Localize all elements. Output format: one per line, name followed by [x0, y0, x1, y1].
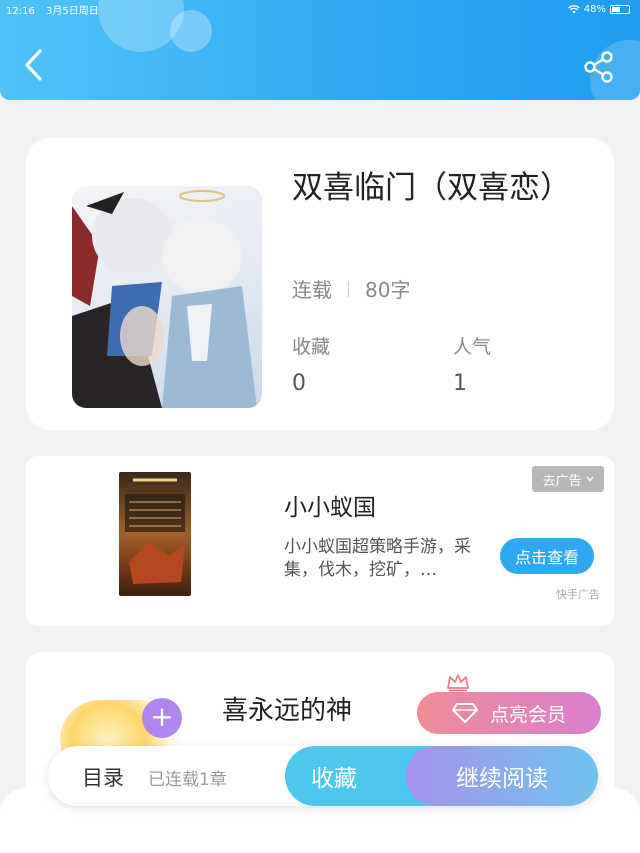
stat-value: 1: [453, 371, 467, 396]
divider: [348, 280, 349, 297]
battery-icon: [610, 4, 630, 14]
status-bar: 12:16 3月5日周日 48%: [6, 2, 630, 17]
share-button[interactable]: [582, 50, 616, 84]
vip-label: 点亮会员: [489, 703, 566, 726]
view-ad-button[interactable]: 点击查看: [500, 538, 594, 574]
continue-reading-button[interactable]: 继续阅读: [406, 746, 598, 806]
author-name: 喜永远的神: [222, 696, 353, 726]
crown-icon: [447, 674, 469, 692]
remove-ad-label: 去广告: [542, 473, 582, 489]
ad-card[interactable]: 小小蚁国 小小蚁国超策略手游，采集，伐木，挖矿，… 去广告 点击查看 快手广告: [26, 456, 614, 626]
stat-collections: 收藏 0: [292, 332, 330, 396]
header: 12:16 3月5日周日 48%: [0, 0, 640, 100]
follow-author-button[interactable]: +: [142, 698, 182, 738]
wifi-icon: [567, 4, 580, 13]
ad-description: 小小蚁国超策略手游，采集，伐木，挖矿，…: [284, 537, 471, 580]
status-time: 12:16: [6, 5, 35, 17]
stat-value: 0: [292, 371, 306, 396]
ad-image[interactable]: [119, 472, 191, 596]
stat-label: 收藏: [292, 336, 331, 358]
book-meta: 连载 80字: [292, 274, 410, 303]
book-title: 双喜临门（双喜恋）: [292, 170, 571, 206]
back-button[interactable]: [18, 46, 52, 84]
book-status: 连载: [292, 278, 332, 302]
activate-vip-button[interactable]: 点亮会员: [417, 692, 601, 734]
ad-illustration: [125, 478, 185, 584]
cover-illustration: [72, 190, 257, 408]
book-cover-image[interactable]: [72, 186, 262, 408]
chapter-count: 已连载1章: [148, 770, 227, 790]
chevron-left-icon: [25, 49, 42, 81]
book-word-count: 80字: [365, 278, 411, 302]
chevron-down-icon: [585, 476, 594, 482]
book-info-card: 双喜临门（双喜恋） 连载 80字 收藏 0 人气 1: [26, 138, 614, 430]
ad-title: 小小蚁国: [284, 495, 376, 521]
remove-ad-button[interactable]: 去广告: [532, 466, 604, 492]
decor-bubble: [170, 10, 212, 52]
diamond-icon: [451, 703, 478, 723]
stat-popularity: 人气 1: [453, 332, 491, 396]
catalog-button[interactable]: 目录: [82, 762, 124, 792]
share-icon: [584, 51, 613, 83]
stat-label: 人气: [453, 336, 492, 358]
battery-percent: 48%: [583, 3, 606, 15]
ad-source: 快手广告: [556, 588, 600, 601]
status-date: 3月5日周日: [46, 5, 99, 17]
